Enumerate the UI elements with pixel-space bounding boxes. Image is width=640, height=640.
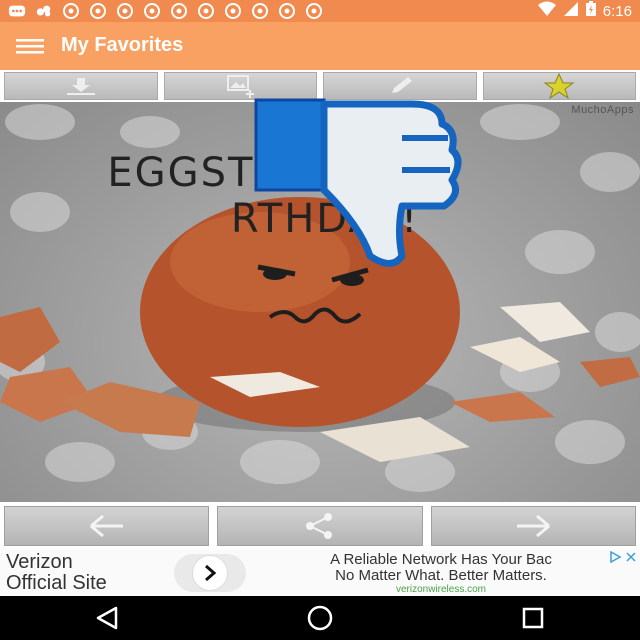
image-nav-row — [0, 502, 640, 550]
adchoices-icon[interactable] — [608, 551, 622, 563]
message-icon — [8, 3, 26, 19]
download-icon — [66, 78, 95, 95]
system-nav-bar — [0, 596, 640, 640]
share-button[interactable] — [217, 506, 423, 546]
soccer-icon — [143, 3, 161, 19]
soccer-icon — [116, 3, 134, 19]
system-recents-button[interactable] — [503, 598, 563, 638]
ad-text: A Reliable Network Has Your Bac No Matte… — [256, 552, 626, 584]
signal-icon — [563, 1, 579, 22]
home-icon — [307, 605, 333, 631]
system-home-button[interactable] — [290, 598, 350, 638]
download-button[interactable] — [4, 72, 158, 100]
share-icon — [305, 513, 332, 539]
favorite-button[interactable] — [482, 72, 636, 100]
hamburger-icon — [16, 39, 44, 54]
soccer-icon — [89, 3, 107, 19]
ad-brand-line1: Verizon — [6, 551, 73, 573]
back-arrow-icon — [89, 514, 123, 538]
next-button[interactable] — [430, 506, 636, 546]
edit-icon — [391, 77, 412, 93]
app-bar: My Favorites — [0, 22, 640, 70]
soccer-icon — [224, 3, 242, 19]
back-icon — [96, 606, 117, 630]
menu-button[interactable] — [0, 22, 60, 70]
screen: 6:16 My Favorites MuchoApps EGGSTRAORRTH… — [0, 0, 640, 640]
status-bar: 6:16 — [0, 0, 640, 22]
soccer-icon — [251, 3, 269, 19]
soccer-icon — [278, 3, 296, 19]
soccer-icon — [305, 3, 323, 19]
page-title: My Favorites — [61, 34, 184, 56]
status-time: 6:16 — [602, 2, 632, 20]
ad-go-button[interactable] — [174, 554, 246, 592]
add-image-icon — [227, 75, 255, 98]
social-icon — [35, 3, 53, 19]
chevron-right-icon — [205, 564, 217, 582]
ad-url: verizonwireless.com — [395, 584, 487, 595]
system-back-button[interactable] — [77, 598, 137, 638]
ad-brand: Verizon Official Site — [6, 552, 107, 594]
ad-text-line1: A Reliable Network Has Your Bac — [330, 551, 552, 568]
star-icon — [543, 73, 575, 99]
forward-arrow-icon — [517, 514, 551, 538]
notification-icons — [8, 3, 323, 19]
battery-icon — [585, 0, 597, 22]
ad-text-line2: No Matter What. Better Matters. — [335, 567, 547, 584]
soccer-icon — [62, 3, 80, 19]
ad-brand-line2: Official Site — [6, 572, 107, 594]
thumbs-down-icon — [254, 98, 462, 267]
wifi-icon — [537, 1, 557, 22]
close-icon[interactable] — [624, 551, 638, 563]
previous-button[interactable] — [4, 506, 210, 546]
ad-go-circle — [192, 555, 228, 591]
status-right: 6:16 — [537, 0, 632, 22]
soccer-icon — [170, 3, 188, 19]
ad-banner[interactable]: Verizon Official Site A Reliable Network… — [0, 550, 640, 596]
recents-icon — [523, 607, 544, 629]
soccer-icon — [197, 3, 215, 19]
